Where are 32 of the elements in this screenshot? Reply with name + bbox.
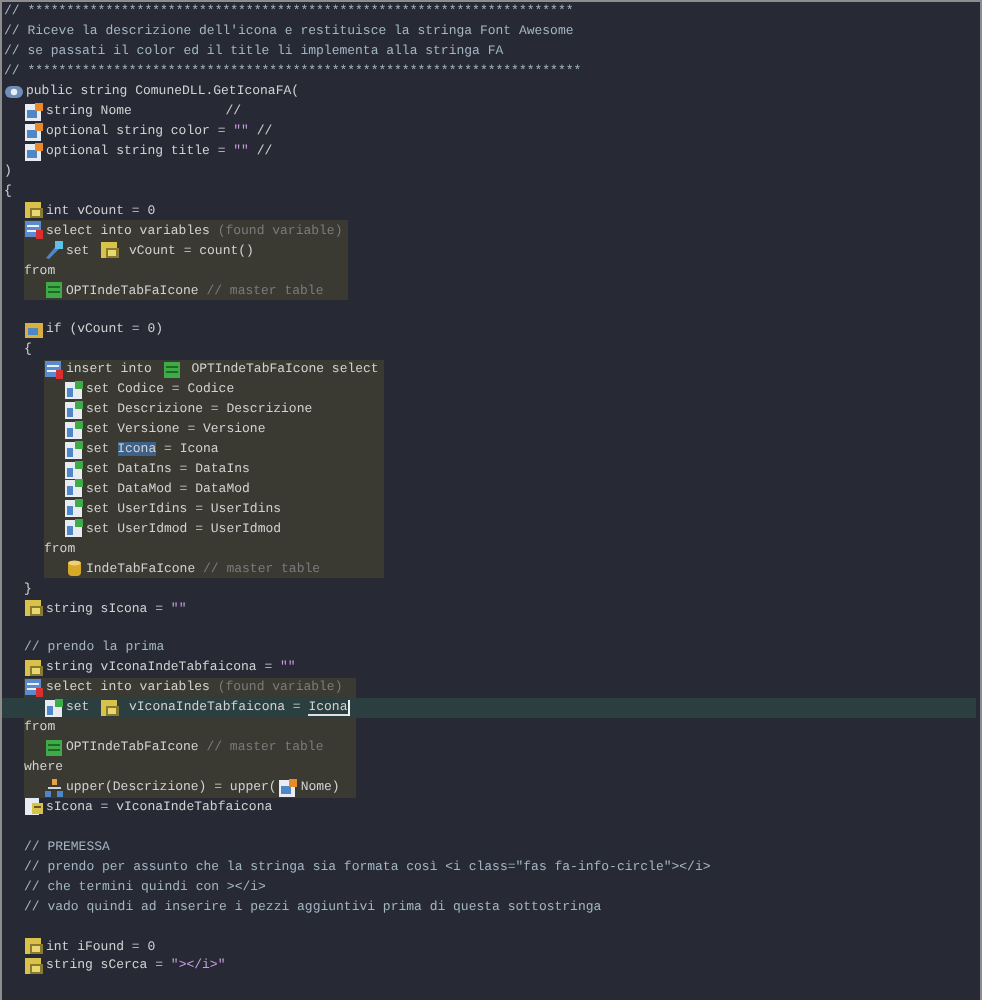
assignment-icon xyxy=(44,240,64,261)
condition-icon xyxy=(24,319,44,340)
assignment-icon xyxy=(24,796,44,817)
column-icon xyxy=(64,379,84,400)
database-icon xyxy=(64,558,84,579)
column-icon xyxy=(64,478,84,499)
column-icon xyxy=(64,399,84,420)
table-icon xyxy=(44,280,64,301)
text-cursor xyxy=(347,699,350,716)
column-icon xyxy=(44,697,64,718)
parameter-icon xyxy=(24,141,44,162)
parameter-icon xyxy=(24,121,44,142)
parameter-icon xyxy=(278,777,299,798)
table-icon xyxy=(161,359,182,380)
function-icon xyxy=(4,81,24,102)
variable-icon xyxy=(24,200,44,221)
parameter-icon xyxy=(24,101,44,122)
filter-icon xyxy=(44,777,64,798)
column-icon xyxy=(64,498,84,519)
column-icon xyxy=(64,459,84,480)
variable-icon xyxy=(99,240,120,261)
variable-icon xyxy=(24,657,44,678)
variable-icon xyxy=(24,598,44,619)
table-icon xyxy=(44,737,64,758)
column-icon xyxy=(64,518,84,539)
variable-icon xyxy=(24,936,44,957)
query-icon xyxy=(24,220,44,241)
variable-icon xyxy=(24,955,44,976)
insert-icon xyxy=(44,359,64,380)
column-icon xyxy=(64,439,84,460)
query-icon xyxy=(24,677,44,698)
column-icon xyxy=(64,419,84,440)
